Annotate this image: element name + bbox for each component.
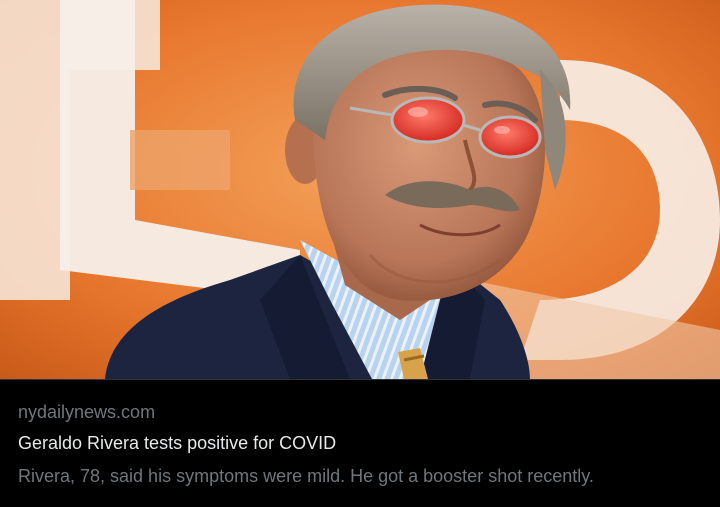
link-preview-card[interactable]: nydailynews.com Geraldo Rivera tests pos… — [0, 0, 720, 507]
link-title: Geraldo Rivera tests positive for COVID — [18, 433, 337, 453]
link-domain: nydailynews.com — [18, 402, 156, 422]
article-thumbnail-image[interactable] — [0, 0, 720, 379]
link-description: Rivera, 78, said his symptoms were mild.… — [18, 466, 594, 486]
card-divider — [0, 379, 720, 380]
link-preview-text[interactable]: nydailynews.com Geraldo Rivera tests pos… — [18, 400, 708, 488]
